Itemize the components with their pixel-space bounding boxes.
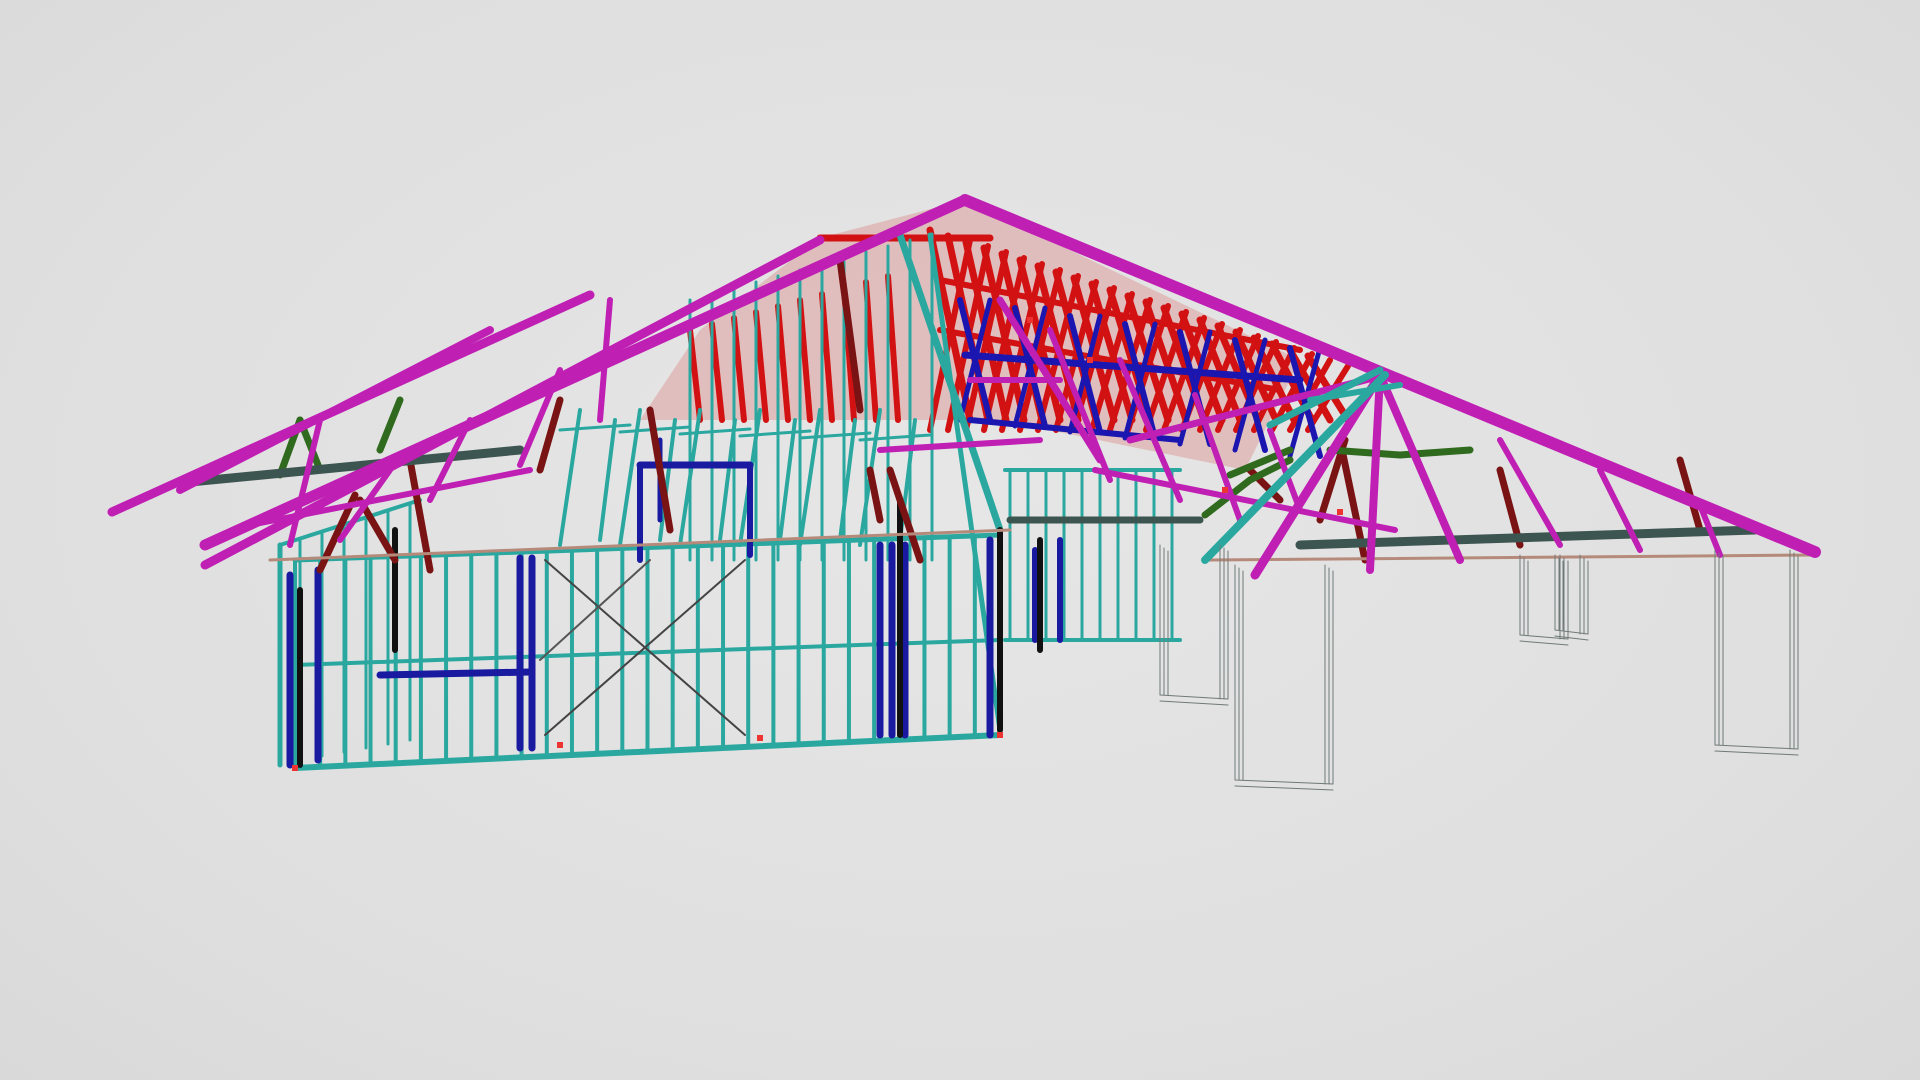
- ceiling-tie: [247, 467, 533, 528]
- post-edge: [1159, 694, 1229, 700]
- joint-marker: [1027, 317, 1033, 323]
- joint-marker: [292, 765, 298, 771]
- post-edge: [1234, 785, 1334, 791]
- truss-web: [866, 466, 884, 524]
- post-edge: [1159, 700, 1229, 706]
- wall-frame-blue: [286, 437, 1063, 769]
- wall-stud: [838, 418, 857, 542]
- post-edge: [1519, 640, 1569, 646]
- x-brace: [539, 559, 651, 661]
- 3d-viewport[interactable]: [0, 0, 1920, 1080]
- post-edge: [1714, 744, 1799, 750]
- noggin: [558, 423, 632, 432]
- post-edge: [1714, 750, 1799, 756]
- wall-stud: [778, 418, 797, 542]
- joint-marker: [1337, 509, 1343, 515]
- fascia: [1208, 553, 1817, 562]
- noggin: [858, 433, 932, 442]
- joint-marker: [1087, 357, 1093, 363]
- post-edge: [1234, 779, 1334, 785]
- joint-marker: [557, 742, 563, 748]
- truss-web: [376, 396, 404, 454]
- joint-marker: [757, 735, 763, 741]
- wireframe-posts: [1159, 544, 1799, 791]
- lintel: [376, 668, 534, 679]
- joint-marker: [997, 732, 1003, 738]
- wall-stud: [598, 418, 617, 542]
- truss-frame-model[interactable]: [0, 0, 1920, 1080]
- joint-marker: [1222, 487, 1228, 493]
- noggin: [798, 431, 872, 440]
- truss-web: [1326, 446, 1404, 459]
